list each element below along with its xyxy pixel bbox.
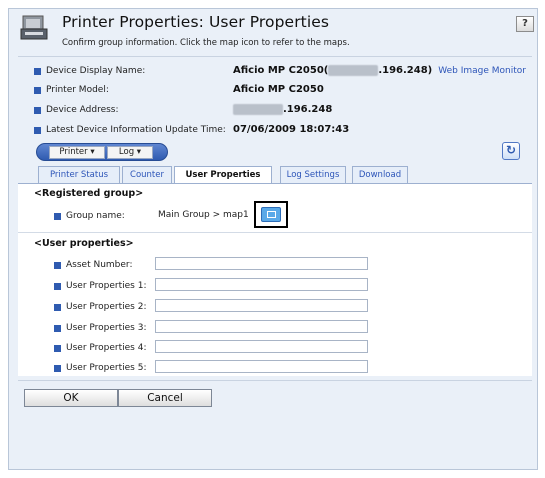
square-bullet-icon bbox=[54, 345, 61, 352]
printer-properties-icon bbox=[20, 14, 50, 42]
user-properties-5-input[interactable] bbox=[155, 360, 368, 373]
user-properties-1-label: User Properties 1: bbox=[66, 281, 147, 291]
user-properties-3-input[interactable] bbox=[155, 320, 368, 333]
update-time-value: 07/06/2009 18:07:43 bbox=[233, 124, 350, 135]
device-display-name-label: Device Display Name: bbox=[46, 66, 146, 76]
section-divider bbox=[18, 232, 532, 233]
square-bullet-icon bbox=[34, 107, 41, 114]
map-icon[interactable] bbox=[261, 207, 281, 222]
square-bullet-icon bbox=[34, 68, 41, 75]
user-properties-1-input[interactable] bbox=[155, 278, 368, 291]
tab-log-settings[interactable]: Log Settings bbox=[280, 166, 346, 183]
printer-model-value: Aficio MP C2050 bbox=[233, 84, 324, 95]
menu-bar: Printer ▾ Log ▾ bbox=[36, 143, 168, 161]
masked-ip: ███.███ bbox=[328, 65, 379, 76]
square-bullet-icon bbox=[54, 213, 61, 220]
help-button[interactable]: ? bbox=[516, 16, 534, 32]
page-subtitle: Confirm group information. Click the map… bbox=[62, 38, 350, 48]
refresh-icon[interactable]: ↻ bbox=[502, 142, 520, 160]
group-name-label: Group name: bbox=[66, 211, 125, 221]
user-properties-4-input[interactable] bbox=[155, 340, 368, 353]
user-properties-heading: <User properties> bbox=[34, 238, 134, 249]
footer-divider bbox=[18, 380, 532, 381]
tab-printer-status[interactable]: Printer Status bbox=[38, 166, 120, 183]
user-properties-2-label: User Properties 2: bbox=[66, 302, 147, 312]
cancel-button[interactable]: Cancel bbox=[118, 389, 212, 407]
update-time-label: Latest Device Information Update Time: bbox=[46, 125, 226, 135]
square-bullet-icon bbox=[34, 87, 41, 94]
masked-ip: ███.███ bbox=[233, 104, 283, 115]
asset-number-input[interactable] bbox=[155, 257, 368, 270]
asset-number-label: Asset Number: bbox=[66, 260, 133, 270]
group-name-value: Main Group > map1 bbox=[158, 210, 249, 220]
square-bullet-icon bbox=[54, 304, 61, 311]
printer-model-label: Printer Model: bbox=[46, 85, 109, 95]
device-address-label: Device Address: bbox=[46, 105, 119, 115]
square-bullet-icon bbox=[54, 325, 61, 332]
user-properties-4-label: User Properties 4: bbox=[66, 343, 147, 353]
square-bullet-icon bbox=[54, 283, 61, 290]
tab-user-properties[interactable]: User Properties bbox=[174, 166, 272, 184]
tab-counter[interactable]: Counter bbox=[122, 166, 172, 183]
user-properties-2-input[interactable] bbox=[155, 299, 368, 312]
ok-button[interactable]: OK bbox=[24, 389, 118, 407]
device-display-name-value: Aficio MP C2050(███.███.196.248)Web Imag… bbox=[233, 65, 526, 76]
user-properties-5-label: User Properties 5: bbox=[66, 363, 147, 373]
printer-menu[interactable]: Printer ▾ bbox=[49, 146, 105, 159]
square-bullet-icon bbox=[54, 262, 61, 269]
device-address-value: ███.███.196.248 bbox=[233, 104, 332, 115]
log-menu[interactable]: Log ▾ bbox=[107, 146, 153, 159]
registered-group-heading: <Registered group> bbox=[34, 188, 144, 199]
square-bullet-icon bbox=[54, 365, 61, 372]
header-divider bbox=[18, 56, 532, 57]
map-icon-highlight bbox=[254, 201, 288, 228]
tab-download[interactable]: Download bbox=[352, 166, 408, 183]
web-image-monitor-link[interactable]: Web Image Monitor bbox=[438, 66, 526, 76]
page-title: Printer Properties: User Properties bbox=[62, 13, 330, 31]
user-properties-3-label: User Properties 3: bbox=[66, 323, 147, 333]
square-bullet-icon bbox=[34, 127, 41, 134]
